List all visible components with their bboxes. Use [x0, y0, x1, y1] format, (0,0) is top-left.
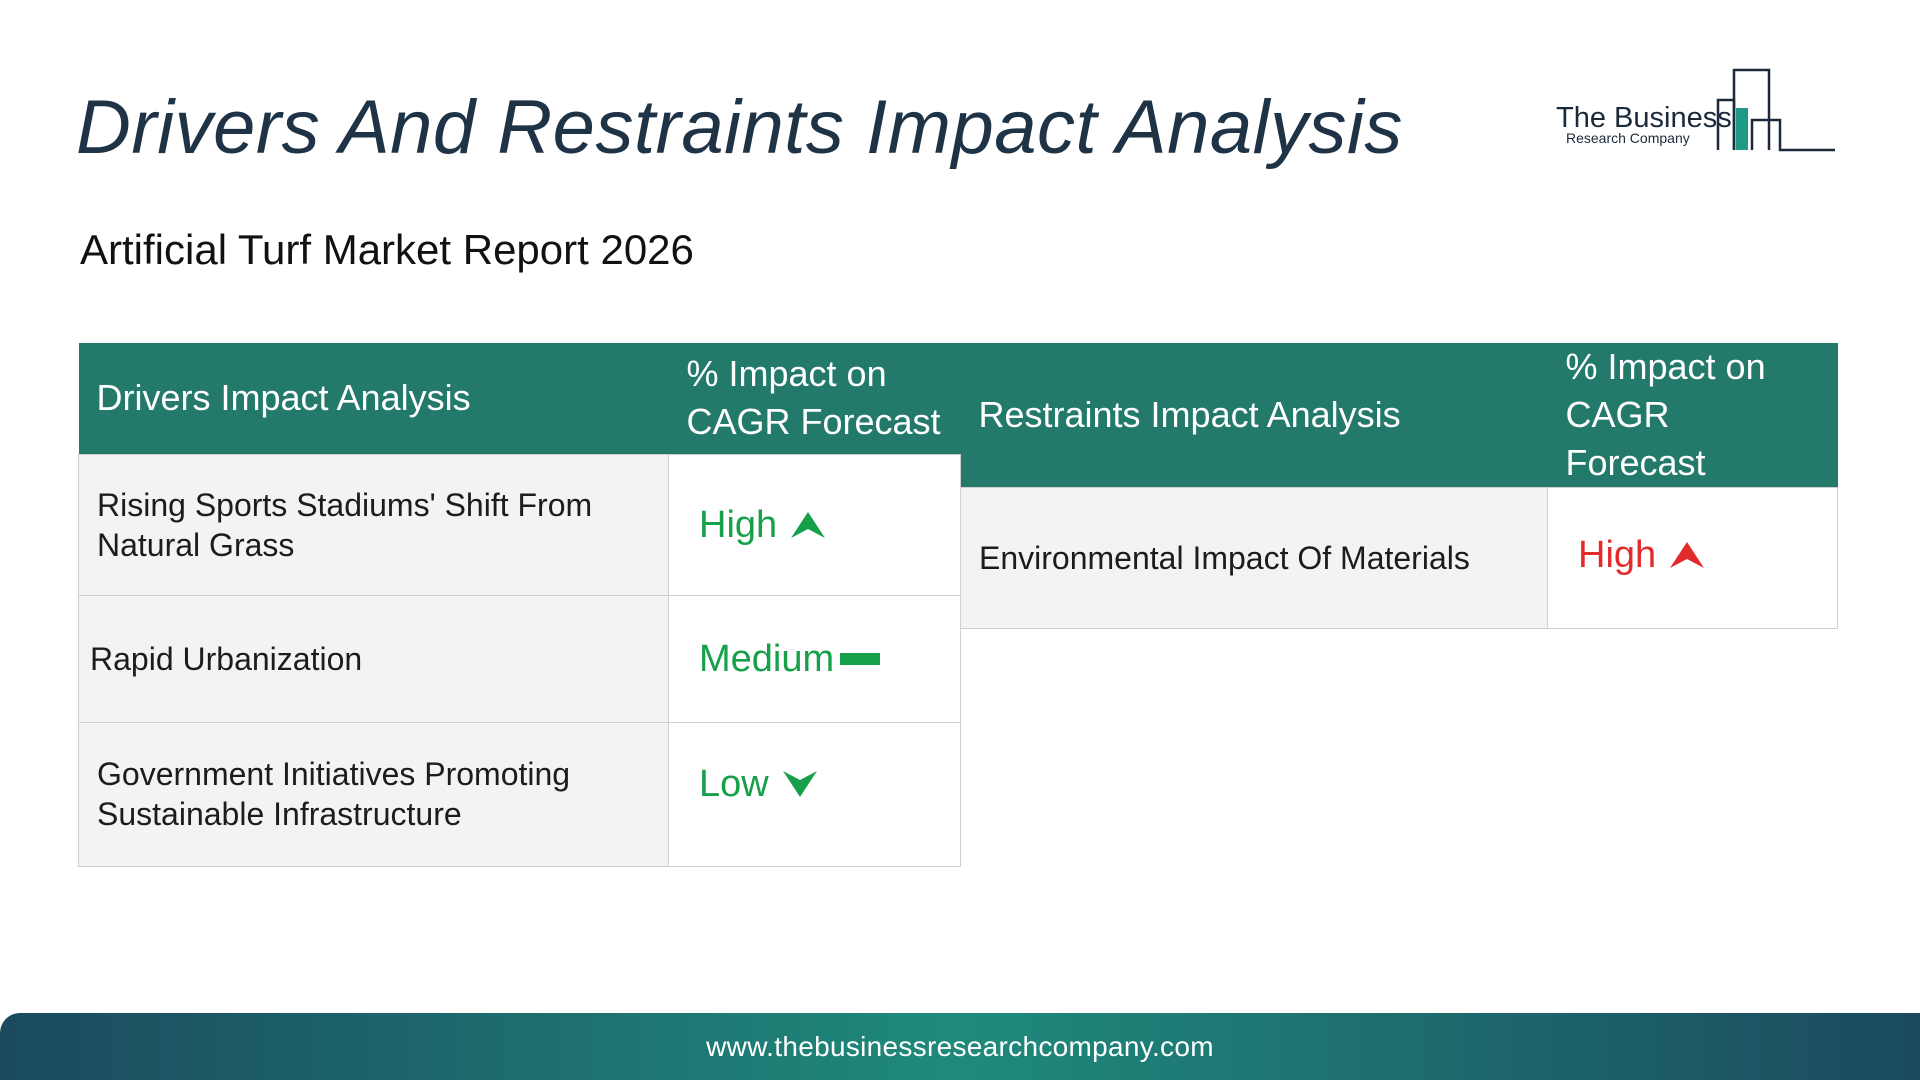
impact-label: High: [699, 503, 778, 546]
drivers-factor-header: Drivers Impact Analysis: [78, 343, 669, 454]
table-row: Environmental Impact Of Materials High: [960, 487, 1838, 629]
drivers-impact-table: Drivers Impact Analysis % Impact on CAGR…: [78, 343, 961, 867]
company-logo[interactable]: The Business Research Company: [1552, 66, 1842, 156]
restraints-impact-table: Restraints Impact Analysis % Impact on C…: [960, 343, 1838, 629]
table-row: Government Initiatives Promoting Sustain…: [78, 721, 961, 867]
drivers-header-row: Drivers Impact Analysis % Impact on CAGR…: [78, 343, 961, 454]
footer-bar: www.thebusinessresearchcompany.com: [0, 1013, 1920, 1080]
restraint-factor-cell: Environmental Impact Of Materials: [960, 487, 1548, 629]
logo-tagline: Research Company: [1566, 130, 1690, 146]
restraints-impact-header: % Impact on CAGR Forecast: [1547, 343, 1838, 488]
table-row: Rising Sports Stadiums' Shift From Natur…: [78, 453, 961, 596]
arrow-down-icon: [782, 771, 817, 797]
page-title: Drivers And Restraints Impact Analysis: [76, 85, 1403, 170]
impact-label: Low: [699, 763, 769, 805]
restraints-header-row: Restraints Impact Analysis % Impact on C…: [960, 343, 1838, 488]
driver-impact-cell: High: [668, 453, 961, 596]
website-link[interactable]: www.thebusinessresearchcompany.com: [706, 1031, 1214, 1063]
restraint-impact-cell: High: [1547, 487, 1838, 629]
drivers-impact-header: % Impact on CAGR Forecast: [668, 343, 961, 454]
driver-impact-cell: Low: [668, 721, 961, 867]
driver-factor-cell: Rising Sports Stadiums' Shift From Natur…: [78, 453, 669, 596]
arrow-up-icon: [1670, 542, 1705, 568]
impact-label: High: [1578, 534, 1657, 576]
driver-factor-cell: Government Initiatives Promoting Sustain…: [78, 721, 669, 867]
impact-label: Medium: [699, 637, 835, 680]
restraints-factor-header: Restraints Impact Analysis: [960, 343, 1548, 488]
report-subtitle: Artificial Turf Market Report 2026: [80, 226, 694, 273]
driver-factor-cell: Rapid Urbanization: [78, 594, 669, 723]
arrow-up-icon: [791, 511, 826, 538]
driver-impact-cell: Medium: [668, 594, 961, 723]
dash-icon: [840, 652, 881, 665]
table-row: Rapid Urbanization Medium: [78, 594, 961, 723]
